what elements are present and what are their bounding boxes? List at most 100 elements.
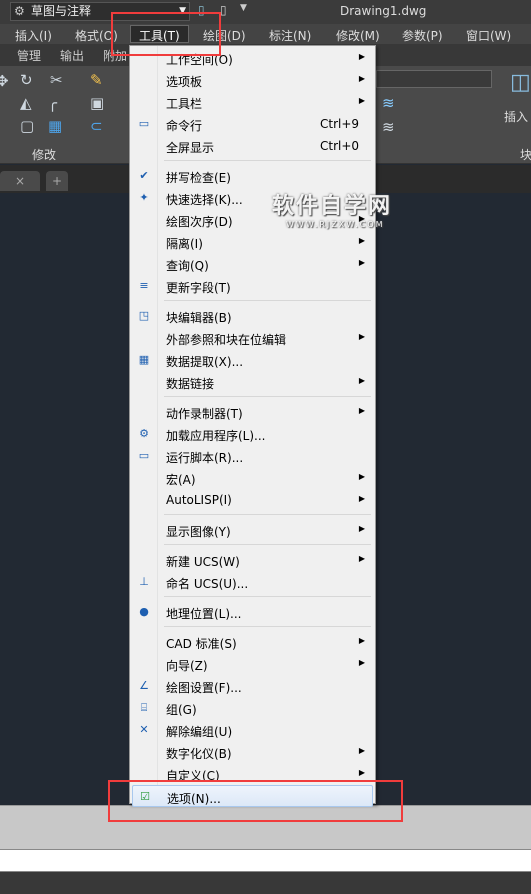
- close-icon[interactable]: ×: [15, 174, 25, 188]
- submenu-arrow-icon: ▶: [358, 494, 365, 503]
- document-title: Drawing1.dwg: [340, 4, 427, 18]
- menu-item[interactable]: 数据链接 ▶: [132, 371, 373, 393]
- submenu-arrow-icon: ▶: [358, 658, 365, 667]
- menu-item-label: 全屏显示: [166, 141, 215, 155]
- submenu-arrow-icon: ▶: [358, 236, 365, 245]
- menu-item[interactable]: ⚙ 加载应用程序(L)...: [132, 423, 373, 445]
- menu-item-label: 查询(Q): [166, 259, 209, 273]
- menu-item[interactable]: ⊥ 命名 UCS(U)...: [132, 571, 373, 593]
- rotate-icon[interactable]: ↻: [20, 71, 33, 89]
- insert-button[interactable]: 插入: [504, 108, 528, 125]
- new-tab-button[interactable]: +: [46, 171, 68, 191]
- menu-item[interactable]: AutoLISP(I) ▶: [132, 489, 373, 511]
- menu-7[interactable]: 窗口(W): [466, 27, 511, 44]
- submenu-arrow-icon: ▶: [358, 332, 365, 341]
- menu-item-label: 工具栏: [166, 97, 203, 111]
- menu-item[interactable]: ∠ 绘图设置(F)...: [132, 675, 373, 697]
- globe-icon: ●: [139, 605, 149, 618]
- menu-item[interactable]: 宏(A) ▶: [132, 467, 373, 489]
- ribbon-tab-output[interactable]: 输出: [60, 47, 84, 64]
- menu-item[interactable]: ✔ 拼写检查(E): [132, 165, 373, 187]
- fillet-icon[interactable]: ╭: [48, 94, 57, 112]
- submenu-arrow-icon: ▶: [358, 96, 365, 105]
- quick-access-dropdown-icon[interactable]: ▼: [240, 3, 247, 13]
- command-line-icon: ▭: [138, 117, 150, 130]
- menu-item-label: 拼写检查(E): [166, 171, 231, 185]
- menu-item-label: 动作录制器(T): [166, 407, 243, 421]
- menu-item-label: 数据提取(X)...: [166, 355, 244, 369]
- match-layer-icon[interactable]: ≋: [382, 118, 395, 136]
- menu-item[interactable]: 数字化仪(B) ▶: [132, 741, 373, 763]
- offset-icon[interactable]: ⊂: [90, 117, 103, 135]
- menu-separator: [164, 396, 371, 397]
- submenu-arrow-icon: ▶: [358, 376, 365, 385]
- menu-5[interactable]: 修改(M): [336, 27, 380, 44]
- menu-item[interactable]: 新建 UCS(W) ▶: [132, 549, 373, 571]
- 3d-box-icon[interactable]: ▣: [90, 94, 104, 112]
- menu-item[interactable]: ▭ 命令行 Ctrl+9: [132, 113, 373, 135]
- menu-item-label: 绘图次序(D): [166, 215, 233, 229]
- menu-item-label: 地理位置(L)...: [166, 607, 242, 621]
- menu-item[interactable]: ✕ 解除编组(U): [132, 719, 373, 741]
- modify-panel-label[interactable]: 修改: [32, 146, 56, 163]
- menu-item[interactable]: 显示图像(Y) ▶: [132, 519, 373, 541]
- block-panel-label: 块: [520, 148, 531, 162]
- title-bar: ⚙ 草图与注释 ▼ ▯ ▯ ▼ Drawing1.dwg: [0, 0, 531, 24]
- submenu-arrow-icon: ▶: [358, 406, 365, 415]
- trim-icon[interactable]: ✂: [50, 71, 63, 89]
- drafting-settings-icon: ∠: [139, 679, 149, 692]
- insert-block-icon[interactable]: ◫: [510, 70, 531, 95]
- drawing-tab[interactable]: ×: [0, 171, 40, 191]
- menu-item-label: 加载应用程序(L)...: [166, 429, 266, 443]
- menu-item[interactable]: 全屏显示 Ctrl+0: [132, 135, 373, 157]
- menu-item-label: 命令行: [166, 119, 203, 133]
- spell-check-icon: ✔: [139, 169, 149, 182]
- menu-item-label: 块编辑器(B): [166, 311, 232, 325]
- ribbon-tab-manage[interactable]: 管理: [17, 47, 41, 64]
- menu-item-label: 向导(Z): [166, 659, 208, 673]
- menu-4[interactable]: 标注(N): [269, 27, 311, 44]
- highlight-box-tools: [111, 12, 221, 56]
- menu-item[interactable]: 工具栏 ▶: [132, 91, 373, 113]
- menu-item[interactable]: CAD 标准(S) ▶: [132, 631, 373, 653]
- menu-item[interactable]: 查询(Q) ▶: [132, 253, 373, 275]
- menu-item-label: 绘图设置(F)...: [166, 681, 242, 695]
- submenu-arrow-icon: ▶: [358, 554, 365, 563]
- tools-menu: 工作空间(O) ▶ 选项板 ▶ 工具栏 ▶ ▭ 命令行 Ctrl+9 全屏显示 Ctrl+0 ✔ 拼写检…: [129, 45, 376, 807]
- submenu-arrow-icon: ▶: [358, 258, 365, 267]
- menu-item[interactable]: ▭ 运行脚本(R)...: [132, 445, 373, 467]
- mirror-icon[interactable]: ◭: [20, 94, 32, 112]
- menu-item[interactable]: 隔离(I) ▶: [132, 231, 373, 253]
- erase-icon[interactable]: ✎: [90, 71, 103, 89]
- menu-item[interactable]: ◳ 块编辑器(B): [132, 305, 373, 327]
- menu-item-label: 命名 UCS(U)...: [166, 577, 249, 591]
- submenu-arrow-icon: ▶: [358, 524, 365, 533]
- menu-item[interactable]: ● 地理位置(L)...: [132, 601, 373, 623]
- menu-item[interactable]: ≡ 更新字段(T): [132, 275, 373, 297]
- menu-0[interactable]: 插入(I): [15, 27, 52, 44]
- menu-item[interactable]: 动作录制器(T) ▶: [132, 401, 373, 423]
- menu-item-label: 隔离(I): [166, 237, 203, 251]
- menu-item-label: CAD 标准(S): [166, 637, 237, 651]
- move-icon[interactable]: ✥: [0, 72, 9, 90]
- command-input[interactable]: [0, 849, 531, 872]
- data-extraction-icon: ▦: [138, 353, 150, 366]
- array-icon[interactable]: ▦: [48, 117, 62, 135]
- menu-item[interactable]: 选项板 ▶: [132, 69, 373, 91]
- status-bar: [0, 872, 531, 894]
- menu-separator: [164, 596, 371, 597]
- menu-item-label: 新建 UCS(W): [166, 555, 240, 569]
- menu-separator: [164, 514, 371, 515]
- block-editor-icon: ◳: [138, 309, 150, 322]
- scale-icon[interactable]: ▢: [20, 117, 34, 135]
- layer-dropdown[interactable]: [376, 70, 492, 88]
- menu-6[interactable]: 参数(P): [402, 27, 443, 44]
- menu-item[interactable]: 向导(Z) ▶: [132, 653, 373, 675]
- menu-item[interactable]: 外部参照和块在位编辑 ▶: [132, 327, 373, 349]
- menu-item[interactable]: ▦ 数据提取(X)...: [132, 349, 373, 371]
- menu-item-label: 宏(A): [166, 473, 196, 487]
- layer-icon[interactable]: ≋: [382, 94, 395, 112]
- menu-separator: [164, 160, 371, 161]
- menu-separator: [164, 626, 371, 627]
- menu-item[interactable]: ⌸ 组(G): [132, 697, 373, 719]
